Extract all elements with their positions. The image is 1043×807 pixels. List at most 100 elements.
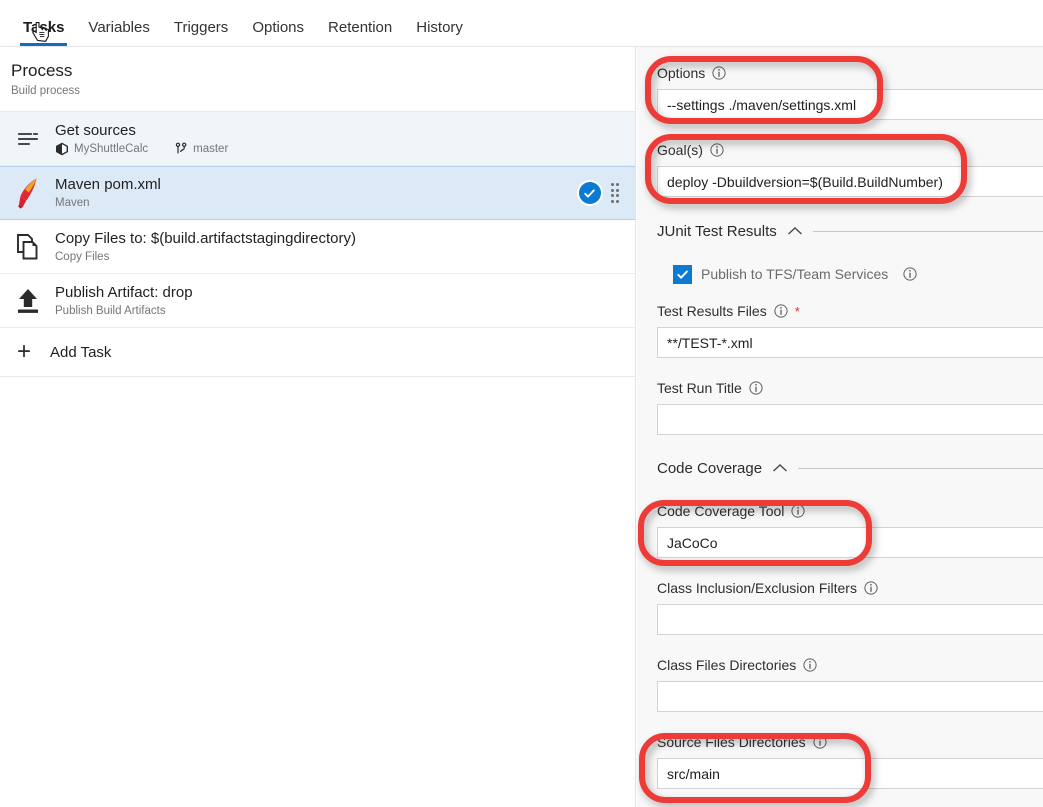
publish-to-tfs-label: Publish to TFS/Team Services: [701, 266, 889, 282]
task-row-get-sources[interactable]: Get sources MyShuttleCalc master: [0, 112, 635, 166]
required-marker: *: [794, 303, 800, 319]
options-label-row: Options: [657, 61, 1043, 85]
field-options: Options --settings ./maven/settings.xml: [637, 47, 1043, 120]
task-row-maven[interactable]: Maven pom.xml Maven: [0, 166, 635, 220]
tab-options[interactable]: Options: [240, 20, 316, 46]
add-task-button[interactable]: + Add Task: [0, 328, 635, 377]
tab-variables-label: Variables: [88, 19, 150, 36]
section-divider: [798, 467, 1043, 469]
chevron-up-icon[interactable]: [787, 226, 803, 236]
test-results-files-input[interactable]: **/TEST-*.xml: [657, 327, 1043, 358]
publish-to-tfs-checkbox-row: Publish to TFS/Team Services: [637, 263, 1043, 285]
goals-input[interactable]: deploy -Dbuildversion=$(Build.BuildNumbe…: [657, 166, 1043, 197]
tab-retention-label: Retention: [328, 19, 393, 36]
field-source-files-directories: Source Files Directories src/main: [637, 712, 1043, 789]
task-text-copy-files: Copy Files to: $(build.artifactstagingdi…: [55, 230, 635, 264]
branch-icon: [175, 142, 187, 153]
task-subtitle: Publish Build Artifacts: [55, 304, 166, 317]
class-files-dirs-label-row: Class Files Directories: [657, 653, 1043, 677]
task-name: Publish Artifact: drop: [55, 283, 193, 301]
task-text-maven: Maven pom.xml Maven: [55, 176, 579, 210]
source-files-dirs-input[interactable]: src/main: [657, 758, 1043, 789]
info-icon[interactable]: [791, 504, 805, 518]
class-filters-input[interactable]: [657, 604, 1043, 635]
task-row-copy-files[interactable]: Copy Files to: $(build.artifactstagingdi…: [0, 220, 635, 274]
process-title: Process: [11, 61, 73, 80]
get-sources-icon: [11, 122, 45, 156]
test-run-title-label-row: Test Run Title: [657, 376, 1043, 400]
field-goals: Goal(s) deploy -Dbuildversion=$(Build.Bu…: [637, 120, 1043, 197]
repo-name: MyShuttleCalc: [74, 142, 149, 155]
tab-tasks-label: Tasks: [23, 19, 65, 36]
top-tab-bar: Tasks Variables Triggers Options Retenti…: [0, 0, 1043, 47]
class-filters-label-row: Class Inclusion/Exclusion Filters: [657, 576, 1043, 600]
section-divider: [812, 230, 1043, 232]
drag-handle-icon[interactable]: [610, 183, 619, 203]
test-results-files-label-row: Test Results Files *: [657, 299, 1043, 323]
tab-history[interactable]: History: [404, 20, 475, 46]
info-icon[interactable]: [749, 381, 763, 395]
task-list-panel: Process Build process Get sources MyShut…: [0, 47, 636, 807]
publish-to-tfs-checkbox[interactable]: [673, 264, 692, 284]
section-junit-test-results[interactable]: JUnit Test Results: [637, 220, 1043, 242]
tab-options-label: Options: [252, 19, 305, 36]
field-code-coverage-tool: Code Coverage Tool JaCoCo: [637, 479, 1043, 558]
tab-tasks[interactable]: Tasks: [11, 20, 76, 46]
source-files-dirs-label: Source Files Directories: [657, 733, 806, 750]
code-coverage-tool-value: JaCoCo: [667, 534, 718, 551]
info-icon[interactable]: [813, 735, 827, 749]
branch-meta: master: [174, 142, 228, 156]
section-code-coverage[interactable]: Code Coverage: [637, 457, 1043, 479]
options-input[interactable]: --settings ./maven/settings.xml: [657, 89, 1043, 120]
info-icon[interactable]: [710, 143, 724, 157]
info-icon[interactable]: [903, 267, 917, 281]
azure-repos-icon: [56, 142, 68, 155]
check-circle-icon[interactable]: [578, 182, 601, 204]
options-value: --settings ./maven/settings.xml: [667, 96, 857, 113]
task-details-panel: Options --settings ./maven/settings.xml …: [637, 47, 1043, 807]
class-files-dirs-input[interactable]: [657, 681, 1043, 712]
publish-upload-icon: [11, 284, 45, 318]
code-coverage-tool-label-row: Code Coverage Tool: [657, 499, 1043, 523]
process-header[interactable]: Process Build process: [0, 47, 635, 112]
info-icon[interactable]: [774, 304, 788, 318]
info-icon[interactable]: [864, 581, 878, 595]
section-title: JUnit Test Results: [657, 222, 777, 240]
task-row-publish-artifact[interactable]: Publish Artifact: drop Publish Build Art…: [0, 274, 635, 328]
class-files-dirs-label: Class Files Directories: [657, 656, 797, 673]
task-list: Get sources MyShuttleCalc master Maven p…: [0, 112, 635, 328]
tab-triggers-label: Triggers: [173, 19, 229, 36]
goals-label: Goal(s): [657, 141, 703, 158]
task-metadata: MyShuttleCalc master: [55, 142, 635, 156]
task-subtitle: Copy Files: [55, 250, 110, 263]
copy-files-icon: [11, 230, 45, 264]
section-title: Code Coverage: [657, 459, 763, 477]
task-subtitle: Maven: [55, 197, 90, 209]
azure-devops-build-definition-editor: Tasks Variables Triggers Options Retenti…: [0, 0, 1043, 807]
task-text-get-sources: Get sources MyShuttleCalc master: [55, 122, 635, 156]
code-coverage-tool-select[interactable]: JaCoCo: [657, 527, 1043, 558]
field-test-run-title: Test Run Title: [637, 358, 1043, 435]
repo-meta: MyShuttleCalc: [55, 142, 148, 156]
info-icon[interactable]: [712, 66, 726, 80]
test-run-title-input[interactable]: [657, 404, 1043, 435]
task-name: Get sources: [55, 121, 136, 139]
branch-name: master: [193, 142, 229, 155]
test-results-files-label: Test Results Files: [657, 302, 767, 319]
process-subtitle: Build process: [11, 85, 81, 97]
task-name: Copy Files to: $(build.artifactstagingdi…: [55, 229, 356, 247]
task-text-publish-artifact: Publish Artifact: drop Publish Build Art…: [55, 284, 635, 318]
source-files-dirs-value: src/main: [667, 765, 720, 782]
goals-value: deploy -Dbuildversion=$(Build.BuildNumbe…: [667, 173, 943, 190]
code-coverage-tool-label: Code Coverage Tool: [657, 502, 785, 519]
plus-icon: +: [16, 338, 31, 365]
info-icon[interactable]: [803, 658, 817, 672]
tab-retention[interactable]: Retention: [316, 20, 404, 46]
task-row-actions: [578, 182, 636, 204]
chevron-up-icon[interactable]: [772, 463, 788, 473]
test-run-title-label: Test Run Title: [657, 379, 742, 396]
tab-triggers[interactable]: Triggers: [162, 20, 240, 46]
test-results-files-value: **/TEST-*.xml: [667, 334, 753, 351]
tab-history-label: History: [416, 19, 463, 36]
tab-variables[interactable]: Variables: [76, 20, 161, 46]
